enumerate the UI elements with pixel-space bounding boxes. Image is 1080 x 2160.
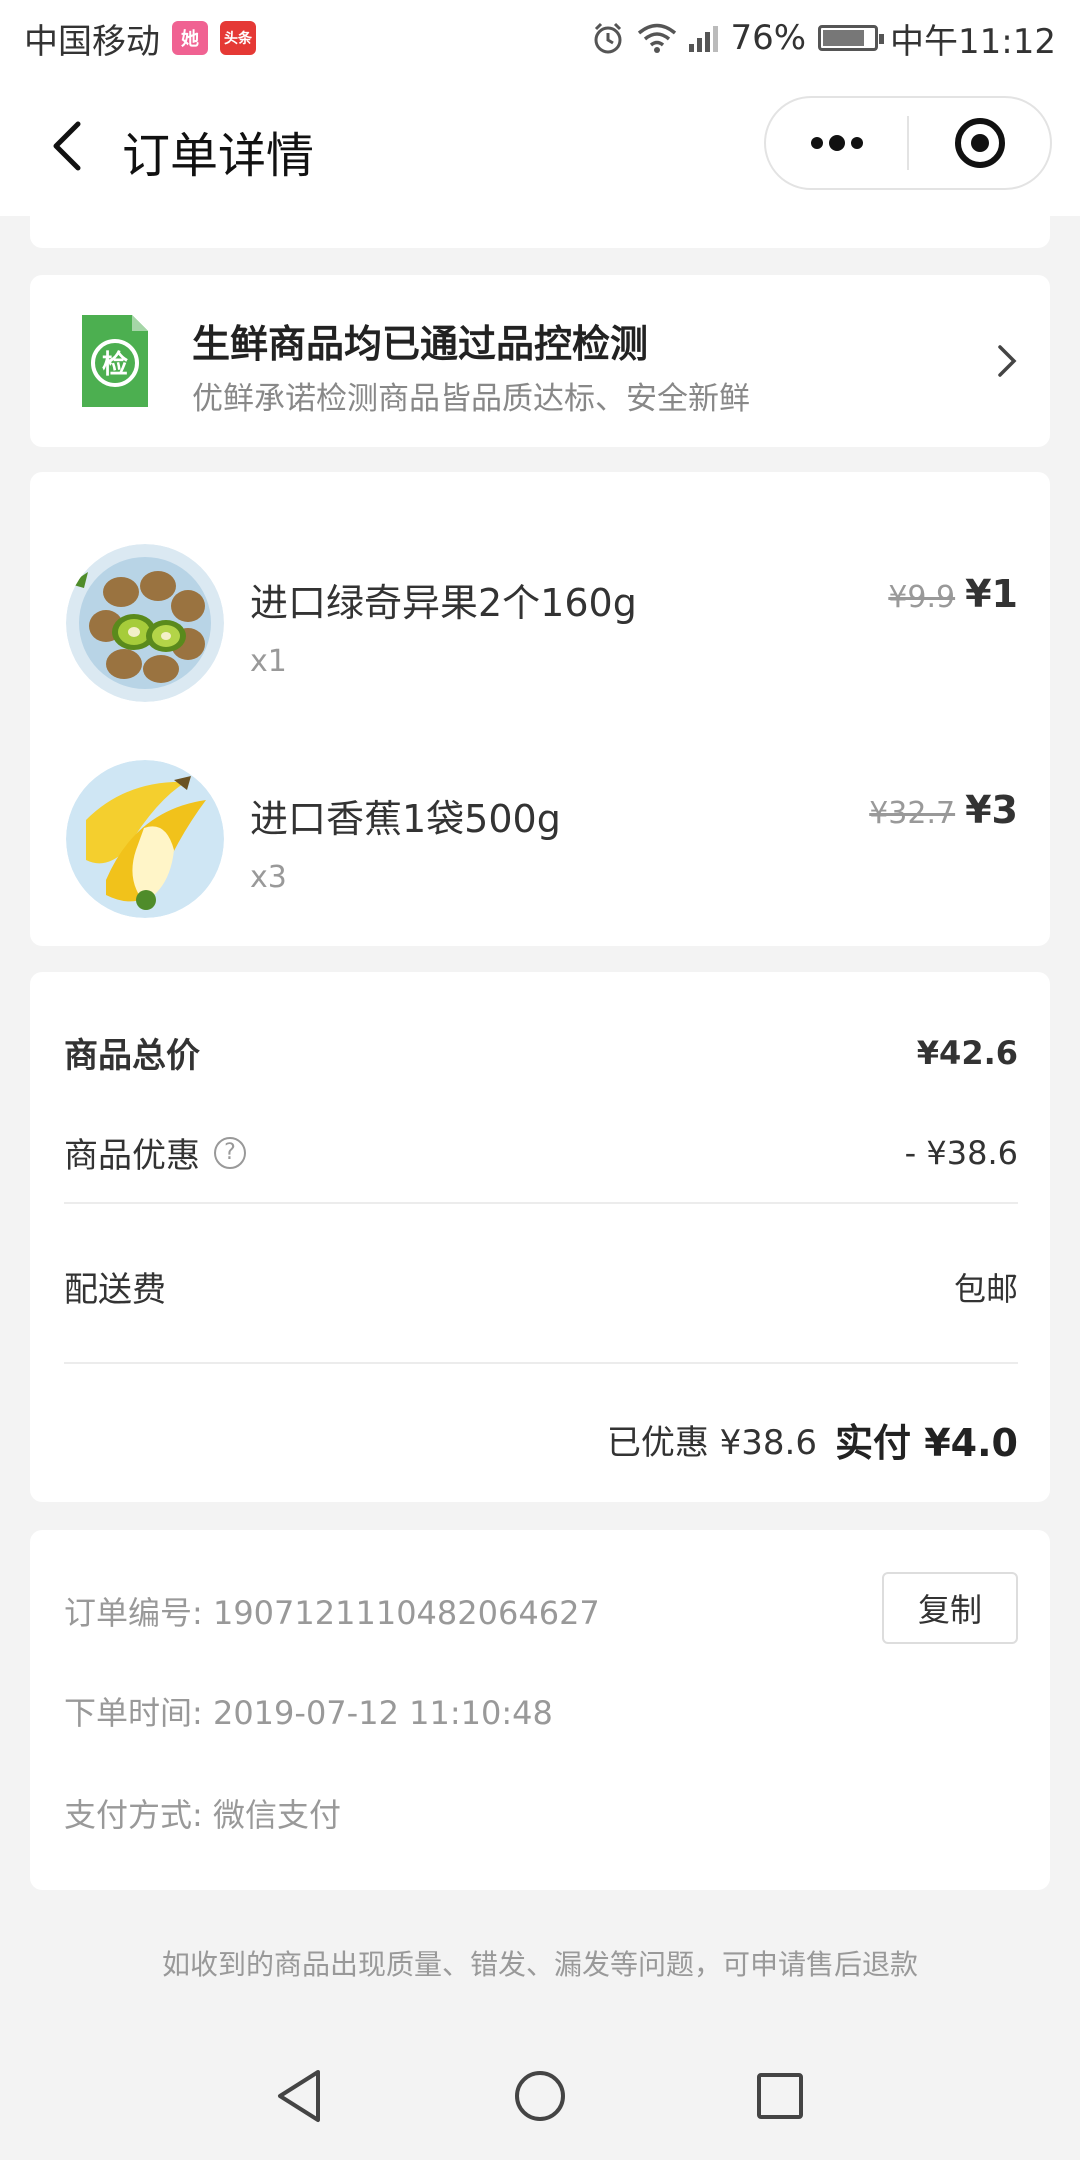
payment-method: 支付方式: 微信支付	[64, 1796, 341, 1834]
battery-icon	[818, 25, 885, 51]
item-price: ¥32.7 ¥3	[869, 788, 1018, 832]
help-icon[interactable]: ?	[214, 1136, 246, 1169]
divider	[64, 1202, 1018, 1204]
saved-amount: 已优惠 ¥38.6	[606, 1423, 817, 1463]
item-quantity: x1	[250, 644, 287, 679]
battery-percent: 76%	[730, 18, 807, 58]
signal-icon	[689, 24, 719, 52]
qc-banner[interactable]: 检 生鲜商品均已通过品控检测 优鲜承诺检测商品皆品质达标、安全新鲜	[30, 275, 1050, 447]
clock: 中午11:12	[890, 21, 1056, 62]
discount-row: 商品优惠 ? - ¥38.6	[64, 1128, 1018, 1177]
item-name: 进口绿奇异果2个160g	[250, 581, 637, 625]
payment-total-row: 已优惠 ¥38.6 实付 ¥4.0	[64, 1412, 1018, 1467]
status-left: 中国移动 她 头条	[24, 14, 256, 63]
discount-label: 商品优惠	[64, 1136, 200, 1176]
list-item[interactable]: 进口香蕉1袋500g x3 ¥32.7 ¥3	[30, 760, 1050, 930]
divider	[64, 1362, 1018, 1364]
shipping-value: 包邮	[953, 1269, 1018, 1308]
discount-value: - ¥38.6	[904, 1133, 1018, 1172]
original-price: ¥9.9	[888, 580, 956, 615]
back-triangle-icon[interactable]	[270, 2066, 330, 2126]
status-bar: 中国移动 她 头条 76% 中午11:12	[0, 0, 1080, 76]
previous-card-stub	[30, 200, 1050, 248]
order-info-card: 订单编号: 1907121110482064627 复制 下单时间: 2019-…	[30, 1530, 1050, 1890]
chevron-right-icon	[998, 345, 1017, 377]
wifi-icon	[638, 23, 677, 53]
item-price: ¥9.9 ¥1	[888, 572, 1018, 616]
qc-subtitle: 优鲜承诺检测商品皆品质达标、安全新鲜	[192, 381, 750, 417]
sale-price: ¥3	[965, 788, 1018, 832]
shipping-label: 配送费	[64, 1270, 166, 1310]
kiwi-image	[66, 544, 224, 702]
goods-total-value: ¥42.6	[916, 1033, 1018, 1072]
inspection-doc-icon: 检	[82, 315, 148, 407]
order-time: 下单时间: 2019-07-12 11:10:48	[64, 1694, 553, 1732]
qc-icon-text: 检	[102, 349, 128, 380]
target-close-icon	[954, 118, 1005, 168]
sale-price: ¥1	[965, 572, 1018, 616]
shipping-row: 配送费 包邮	[64, 1262, 1018, 1311]
item-quantity: x3	[250, 860, 287, 895]
list-item[interactable]: 进口绿奇异果2个160g x1 ¥9.9 ¥1	[30, 544, 1050, 714]
more-button[interactable]	[766, 98, 907, 188]
goods-total-label: 商品总价	[64, 1036, 200, 1076]
alarm-icon	[594, 22, 622, 54]
order-number: 订单编号: 1907121110482064627	[64, 1594, 600, 1632]
carrier-label: 中国移动	[24, 21, 160, 62]
paid-amount: 实付 ¥4.0	[835, 1421, 1018, 1465]
copy-button[interactable]: 复制	[882, 1572, 1018, 1644]
after-sales-note: 如收到的商品出现质量、错发、漏发等问题，可申请售后退款	[161, 1948, 918, 1981]
app-badge-toutiao: 头条	[220, 21, 256, 55]
items-card: 进口绿奇异果2个160g x1 ¥9.9 ¥1 进口香蕉1袋500g x3 ¥3…	[30, 472, 1050, 946]
status-right: 76% 中午11:12	[591, 14, 1056, 63]
more-icon	[810, 135, 863, 151]
close-miniprogram-button[interactable]	[909, 98, 1050, 188]
system-nav-bar	[0, 2020, 1080, 2160]
price-summary-card: 商品总价 ¥42.6 商品优惠 ? - ¥38.6 配送费 包邮 已优惠 ¥38…	[30, 972, 1050, 1502]
recents-square-icon[interactable]	[750, 2066, 810, 2126]
discount-label-group: 商品优惠 ?	[64, 1128, 246, 1177]
back-icon[interactable]	[42, 118, 98, 174]
nav-bar: 订单详情	[0, 76, 1080, 216]
page-title: 订单详情	[122, 128, 315, 184]
miniprogram-capsule	[764, 96, 1052, 190]
original-price: ¥32.7	[869, 796, 956, 831]
home-circle-icon[interactable]	[510, 2066, 570, 2126]
item-name: 进口香蕉1袋500g	[250, 797, 561, 841]
goods-total-row: 商品总价 ¥42.6	[64, 1028, 1018, 1077]
banana-image	[66, 760, 224, 918]
app-badge-her: 她	[172, 21, 208, 55]
qc-title: 生鲜商品均已通过品控检测	[192, 322, 649, 366]
